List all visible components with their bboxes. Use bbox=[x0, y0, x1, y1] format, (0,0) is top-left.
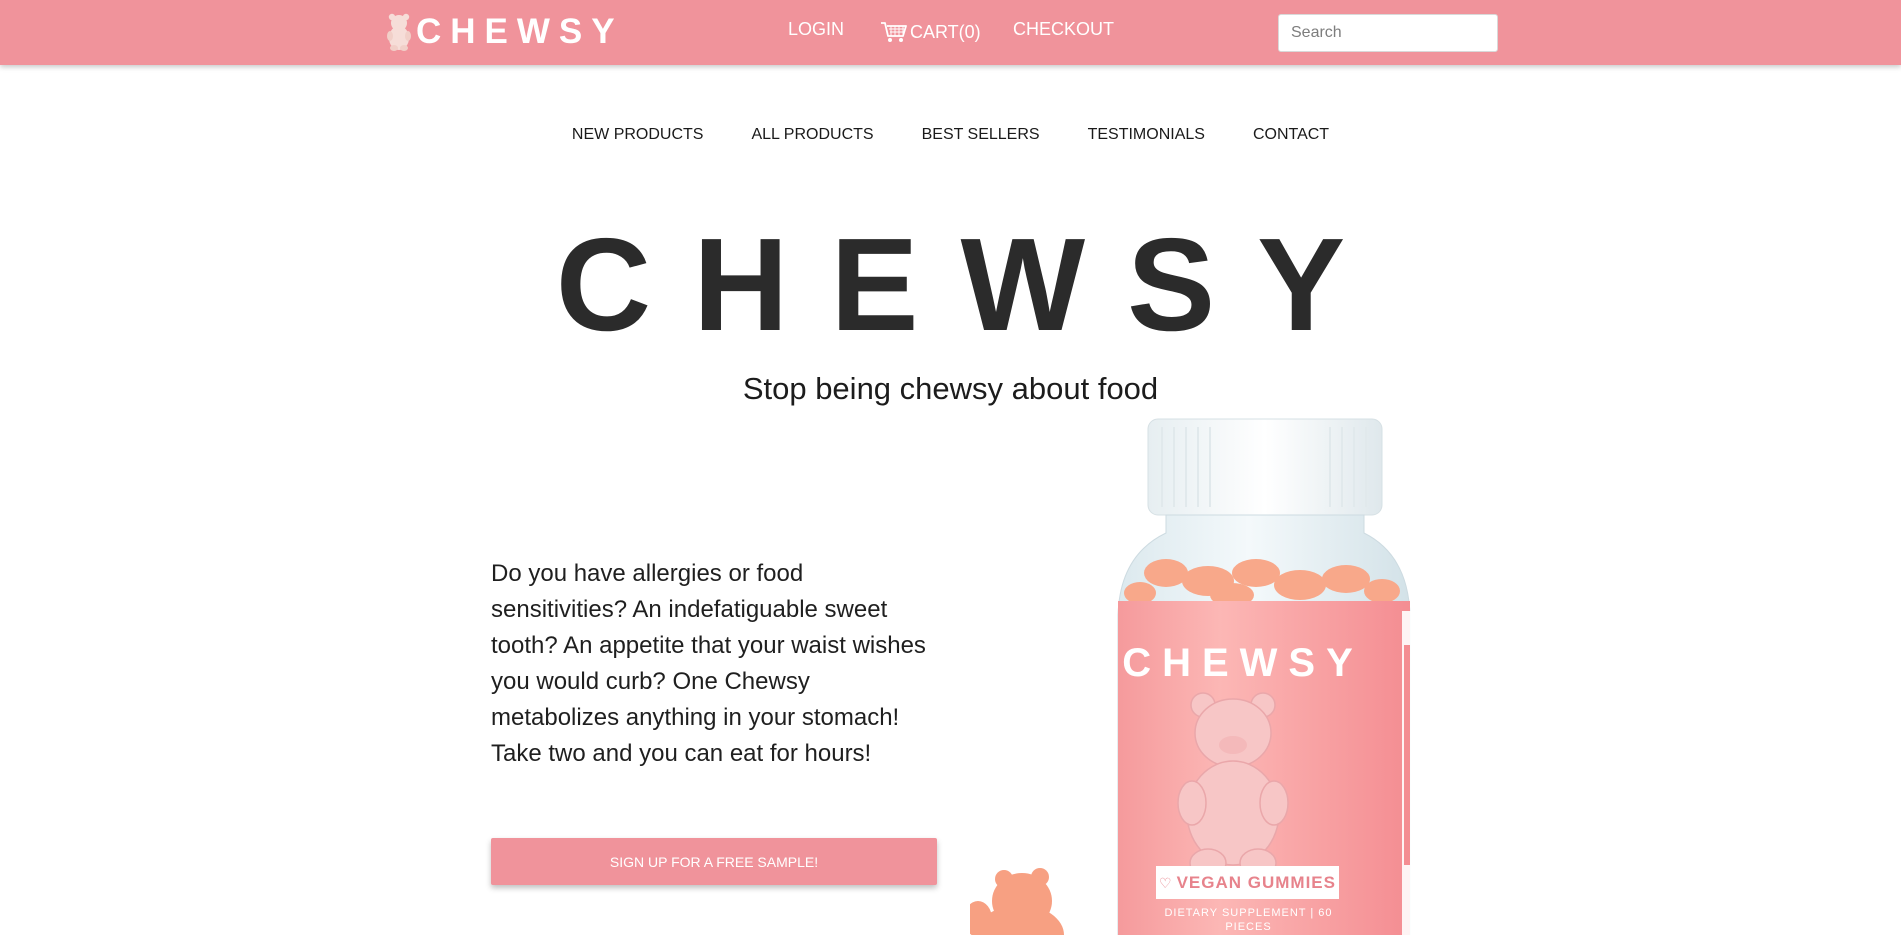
hero-subtitle: Stop being chewsy about food bbox=[742, 371, 1159, 406]
free-sample-button[interactable]: SIGN UP FOR A FREE SAMPLE! bbox=[491, 838, 937, 885]
checkout-link[interactable]: CHECKOUT bbox=[1013, 18, 1114, 40]
site-logo[interactable]: CHEWSY bbox=[386, 12, 624, 52]
nav-new-products[interactable]: NEW PRODUCTS bbox=[572, 124, 704, 146]
heart-icon: ♡ bbox=[1159, 875, 1173, 891]
hero-title: CHEWSY bbox=[555, 211, 1388, 358]
nav-all-products[interactable]: ALL PRODUCTS bbox=[751, 124, 873, 146]
jar-brand-label: CHEWSY bbox=[1122, 641, 1364, 685]
login-link[interactable]: LOGIN bbox=[788, 18, 844, 40]
vegan-gummies-badge: ♡ VEGAN GUMMIES bbox=[1156, 866, 1339, 899]
bear-logo-icon bbox=[387, 13, 411, 51]
cart-link[interactable]: CART(0) bbox=[880, 20, 981, 44]
product-image: CHEWSY ♡ VEGAN GUMMIES DIETARY SUPPLEMENT… bbox=[964, 415, 1430, 940]
badge-text: VEGAN GUMMIES bbox=[1176, 873, 1336, 892]
nav-contact[interactable]: CONTACT bbox=[1253, 124, 1329, 146]
logo-wordmark: CHEWSY bbox=[416, 12, 624, 51]
category-nav: NEW PRODUCTS ALL PRODUCTS BEST SELLERS T… bbox=[0, 124, 1901, 146]
nav-testimonials[interactable]: TESTIMONIALS bbox=[1088, 124, 1205, 146]
cart-label: CART(0) bbox=[910, 22, 981, 42]
top-bar: CHEWSY LOGIN CART(0) CHECKOUT bbox=[0, 0, 1901, 65]
hero-description: Do you have allergies or food sensitivit… bbox=[491, 560, 926, 767]
jar-fine-print: DIETARY SUPPLEMENT | 60 PIECES bbox=[1164, 907, 1333, 933]
nav-best-sellers[interactable]: BEST SELLERS bbox=[922, 124, 1040, 146]
cart-icon bbox=[881, 22, 907, 42]
search-input[interactable] bbox=[1278, 14, 1498, 52]
